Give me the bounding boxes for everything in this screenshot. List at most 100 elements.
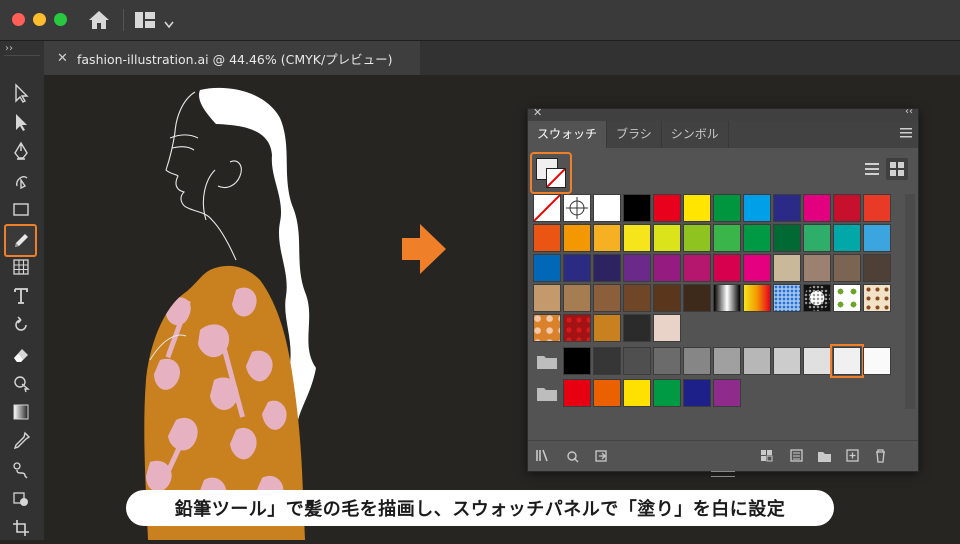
swatch-bright[interactable] xyxy=(683,379,711,407)
blend-tool-icon[interactable] xyxy=(6,456,36,484)
swatch[interactable] xyxy=(623,314,651,342)
swatch[interactable] xyxy=(683,254,711,282)
swatch[interactable] xyxy=(863,194,891,222)
swatch[interactable] xyxy=(743,284,771,312)
swatch[interactable] xyxy=(533,254,561,282)
swatch[interactable] xyxy=(833,254,861,282)
swatch[interactable] xyxy=(803,194,831,222)
swatch[interactable] xyxy=(593,314,621,342)
swatch[interactable] xyxy=(713,254,741,282)
swatch-gray[interactable] xyxy=(623,347,651,375)
swatch[interactable] xyxy=(533,224,561,252)
artboard-grid-tool-icon[interactable] xyxy=(6,253,36,281)
eyedropper-tool-icon[interactable] xyxy=(6,427,36,455)
tab-symbols[interactable]: シンボル xyxy=(662,121,729,148)
swatch-gray[interactable] xyxy=(803,347,831,375)
swatch-gray[interactable] xyxy=(773,347,801,375)
swatch[interactable] xyxy=(623,194,651,222)
swatch-libraries-icon[interactable] xyxy=(536,449,550,466)
swatch[interactable] xyxy=(713,224,741,252)
fill-stroke-selector[interactable] xyxy=(530,152,572,194)
swatch[interactable] xyxy=(683,284,711,312)
swatch[interactable] xyxy=(593,254,621,282)
swatch[interactable] xyxy=(803,284,831,312)
swatch[interactable] xyxy=(653,224,681,252)
selection-tool-icon[interactable] xyxy=(6,79,36,107)
swatch[interactable] xyxy=(773,284,801,312)
tab-swatches[interactable]: スウォッチ xyxy=(528,121,608,148)
color-group-icon[interactable] xyxy=(790,449,804,466)
swatch[interactable] xyxy=(533,314,561,342)
panel-menu-icon[interactable] xyxy=(900,126,912,142)
swatch-gray[interactable] xyxy=(653,347,681,375)
toolbar-collapse-button[interactable]: ›› xyxy=(5,43,13,54)
swatch[interactable] xyxy=(533,284,561,312)
close-panel-button[interactable]: ✕ xyxy=(533,106,542,119)
swatch[interactable] xyxy=(623,284,651,312)
type-tool-icon[interactable] xyxy=(6,282,36,310)
color-group-folder-icon[interactable] xyxy=(535,347,559,375)
swatch-bright[interactable] xyxy=(563,379,591,407)
eraser-tool-icon[interactable] xyxy=(6,340,36,368)
workspace-layout-icon[interactable] xyxy=(134,11,156,33)
window-close-button[interactable] xyxy=(12,13,25,26)
swatch[interactable] xyxy=(563,284,591,312)
swatch-bright[interactable] xyxy=(593,379,621,407)
pen-tool-icon[interactable] xyxy=(6,137,36,165)
swatch[interactable] xyxy=(833,284,861,312)
swatch-gray[interactable] xyxy=(863,347,891,375)
swatch[interactable] xyxy=(863,224,891,252)
swatch-options-icon[interactable] xyxy=(760,449,774,466)
swatch[interactable] xyxy=(653,194,681,222)
swatch[interactable] xyxy=(683,224,711,252)
swatch[interactable] xyxy=(773,254,801,282)
swatch-gray[interactable] xyxy=(593,347,621,375)
swatch[interactable] xyxy=(593,224,621,252)
swatch-bright[interactable] xyxy=(653,379,681,407)
tab-brushes[interactable]: ブラシ xyxy=(607,121,662,148)
swatch[interactable] xyxy=(713,284,741,312)
live-paint-tool-icon[interactable] xyxy=(6,485,36,513)
swatch[interactable] xyxy=(683,194,711,222)
new-swatch-icon[interactable] xyxy=(846,449,860,466)
swatch[interactable] xyxy=(563,254,591,282)
rotate-tool-icon[interactable] xyxy=(6,311,36,339)
swatch[interactable] xyxy=(743,194,771,222)
swatch[interactable] xyxy=(593,194,621,222)
swatch[interactable] xyxy=(743,224,771,252)
place-swatches-icon[interactable] xyxy=(566,449,580,466)
swatch-gray[interactable] xyxy=(683,347,711,375)
swatch[interactable] xyxy=(863,284,891,312)
swatch[interactable] xyxy=(653,314,681,342)
window-minimize-button[interactable] xyxy=(33,13,46,26)
swatch[interactable] xyxy=(563,224,591,252)
stroke-none-box[interactable] xyxy=(546,168,566,188)
swatch-bright[interactable] xyxy=(623,379,651,407)
swatch-gray[interactable] xyxy=(713,347,741,375)
swatch[interactable] xyxy=(563,314,591,342)
crop-tool-icon[interactable] xyxy=(6,514,36,542)
swatch[interactable] xyxy=(593,284,621,312)
home-icon[interactable] xyxy=(88,10,110,34)
rectangle-tool-icon[interactable] xyxy=(6,195,36,223)
show-kinds-icon[interactable] xyxy=(595,449,609,466)
thumbnail-view-icon[interactable] xyxy=(886,158,908,180)
shape-builder-tool-icon[interactable] xyxy=(6,369,36,397)
swatch-gray[interactable] xyxy=(830,344,864,378)
swatch[interactable] xyxy=(653,284,681,312)
new-color-group-icon[interactable] xyxy=(818,449,832,466)
curvature-tool-icon[interactable] xyxy=(6,166,36,194)
close-document-tab-button[interactable]: ✕ xyxy=(57,51,73,66)
direct-selection-tool-icon[interactable] xyxy=(6,108,36,136)
swatch-gray[interactable] xyxy=(743,347,771,375)
panel-resize-grip[interactable] xyxy=(711,471,735,477)
collapse-panel-button[interactable]: ‹‹ xyxy=(905,106,913,117)
swatch[interactable] xyxy=(713,194,741,222)
swatch[interactable] xyxy=(623,224,651,252)
swatch[interactable] xyxy=(773,224,801,252)
swatch-gray[interactable] xyxy=(563,347,591,375)
chevron-down-icon[interactable] xyxy=(164,14,174,33)
swatch[interactable] xyxy=(803,224,831,252)
list-view-icon[interactable] xyxy=(861,158,883,180)
swatch-scrollbar[interactable] xyxy=(905,194,915,409)
